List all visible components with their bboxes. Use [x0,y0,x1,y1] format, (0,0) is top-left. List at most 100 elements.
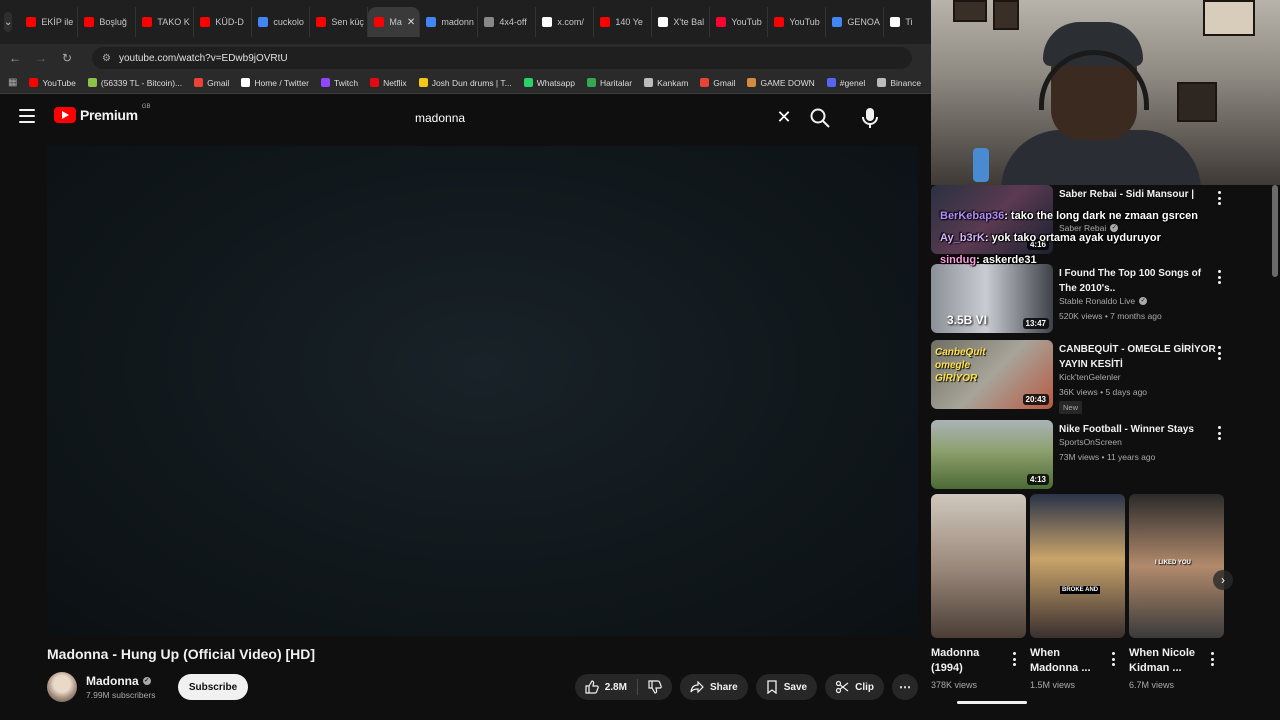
bookmark-label: Twitch [333,77,359,88]
browser-tab[interactable]: EKİP ile [20,7,79,37]
browser-tab[interactable]: YouTub [710,7,769,37]
bookmark-item[interactable]: Binance [877,78,921,88]
channel-name[interactable]: Madonna ✓ [86,674,151,688]
bookmark-item[interactable]: Gmail [194,78,229,88]
search-icon[interactable] [808,106,832,130]
kebab-menu-icon[interactable] [1110,652,1116,666]
clip-button[interactable]: Clip [825,674,884,700]
save-button[interactable]: Save [755,674,818,700]
video-thumbnail[interactable]: CanbeQuit omegle GİRİYOR 20:43 [931,340,1053,409]
bookmark-item[interactable]: (56339 TL - Bitcoin)... [87,78,182,88]
like-button[interactable]: 2.8M [575,674,637,700]
kebab-menu-icon[interactable] [1215,191,1223,205]
related-channel[interactable]: Stable Ronaldo Live ✓ [1059,296,1148,306]
browser-tab[interactable]: GENOA [826,7,885,37]
browser-tab[interactable]: Boşluğ [78,7,137,37]
tab-label: YouTub [731,17,762,27]
browser-tab[interactable]: cuckolo [252,7,311,37]
apps-grid-icon[interactable]: ▦ [8,77,17,88]
bookmark-favicon-icon [523,78,533,87]
water-bottle [973,148,989,182]
bookmark-item[interactable]: Whatsapp [523,78,575,88]
kebab-menu-icon[interactable] [1215,270,1223,284]
bookmark-item[interactable]: Kankam [644,78,688,88]
webcam-overlay [931,0,1280,185]
related-video[interactable]: 4:13 Nike Football - Winner Stays Sports… [931,420,1231,490]
more-actions-icon[interactable]: ⋯ [892,674,918,700]
reload-icon[interactable]: ↻ [60,51,74,65]
bookmark-favicon-icon [747,78,757,87]
tab-favicon-icon [316,17,327,27]
short-item[interactable]: Madonna (1994) 378K views [931,494,1026,690]
youtube-premium-logo[interactable]: Premium GB [54,104,150,123]
browser-tab[interactable]: 140 Ye [594,7,653,37]
tab-favicon-icon [26,17,37,27]
bookmark-item[interactable]: Haritalar [586,78,632,88]
bookmark-item[interactable]: YouTube [29,78,76,88]
short-thumbnail[interactable] [931,494,1026,638]
video-thumbnail[interactable]: 3.5B VI 13:47 [931,264,1053,333]
chat-message: BerKebap36: tako the long dark ne zmaan … [940,205,1198,227]
channel-avatar[interactable] [47,672,77,702]
clear-search-icon[interactable]: ✕ [772,106,796,130]
dislike-button[interactable] [638,674,672,700]
share-button[interactable]: Share [679,674,748,700]
short-title: When Madonna ... [1030,647,1091,674]
browser-tab[interactable]: TAKO K [136,7,195,37]
browser-tab[interactable]: KÜD-D [194,7,253,37]
bookmark-favicon-icon [370,78,380,87]
short-thumbnail[interactable]: BROKE AND [1030,494,1125,638]
back-arrow-icon[interactable]: ← [8,51,22,65]
bookmark-item[interactable]: Gmail [700,78,735,88]
subscribe-button[interactable]: Subscribe [178,674,248,700]
browser-tab[interactable]: 4x4-off [478,7,537,37]
related-video[interactable]: 3.5B VI 13:47 I Found The Top 100 Songs … [931,264,1231,334]
tab-search-chevron-icon[interactable]: ⌄ [4,12,13,32]
related-channel[interactable]: Kick'tenGelenler [1059,372,1121,382]
forward-arrow-icon[interactable]: → [34,51,48,65]
browser-tab[interactable]: Sen küç [310,7,369,37]
kebab-menu-icon[interactable] [1215,346,1223,360]
search-input[interactable]: madonna [405,104,805,132]
kebab-menu-icon[interactable] [1209,652,1215,666]
bookmark-item[interactable]: #genel [826,78,865,88]
short-item[interactable]: I LIKED YOU When Nicole Kidman ... 6.7M … [1129,494,1224,690]
browser-tab[interactable]: Ti [884,7,931,37]
tab-close-icon[interactable]: ✕ [407,17,415,28]
browser-tab[interactable]: x.com/ [536,7,595,37]
bookmark-item[interactable]: Netflix [370,78,407,88]
short-title: When Nicole Kidman ... [1129,647,1196,674]
shorts-scroll-indicator [957,701,1027,704]
site-info-icon[interactable]: ⚙ [102,53,111,64]
related-title: Saber Rebai - Sidi Mansour | [1059,189,1195,200]
video-thumbnail[interactable]: 4:13 [931,420,1053,489]
kebab-menu-icon[interactable] [1011,652,1017,666]
new-badge: New [1059,401,1083,414]
address-bar[interactable]: ⚙ youtube.com/watch?v=EDwb9jOVRtU [92,47,912,69]
chevron-right-icon[interactable]: › [1213,570,1233,590]
related-channel-text: Kick'tenGelenler [1059,372,1121,382]
browser-tab[interactable]: YouTub [768,7,827,37]
bookmark-item[interactable]: Home / Twitter [241,78,309,88]
browser-tab[interactable]: Ma ✕ [368,7,421,37]
bookmark-item[interactable]: Josh Dun drums | T... [418,78,512,88]
related-video[interactable]: CanbeQuit omegle GİRİYOR 20:43 CANBEQUİT… [931,340,1231,418]
related-channel[interactable]: SportsOnScreen [1059,437,1122,447]
video-player[interactable] [47,146,918,636]
thumbs-up-icon [585,680,599,694]
tab-label: Ti [905,17,913,27]
microphone-icon[interactable] [860,106,880,130]
short-item[interactable]: BROKE AND When Madonna ... 1.5M views [1030,494,1125,690]
bookmark-item[interactable]: GAME DOWN [747,78,815,88]
short-thumbnail[interactable]: I LIKED YOU [1129,494,1224,638]
sidebar-scrollbar[interactable] [1272,185,1278,277]
menu-hamburger-icon[interactable] [19,109,35,123]
tab-label: YouTub [789,17,820,27]
search-input-value: madonna [415,111,466,125]
browser-tab[interactable]: X'te Bal [652,7,711,37]
browser-tab[interactable]: madonn [420,7,479,37]
bookmark-item[interactable]: Twitch [320,77,359,88]
kebab-menu-icon[interactable] [1215,426,1223,440]
wall-frame [1177,82,1217,122]
wall-frame [993,0,1019,30]
